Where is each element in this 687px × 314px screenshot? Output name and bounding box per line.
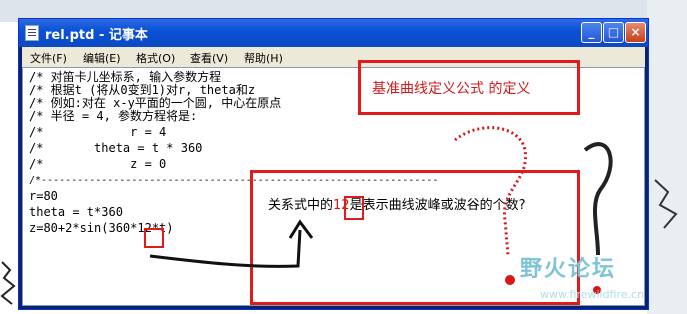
scribble-left-icon bbox=[0, 261, 16, 305]
watermark-url: www.firewildfire.cn bbox=[540, 288, 645, 301]
watermark-logo: 野火论坛 bbox=[520, 257, 617, 282]
question-mark-red-icon bbox=[454, 126, 528, 256]
question-dot-red bbox=[505, 275, 515, 285]
question-mark-black-icon bbox=[583, 142, 613, 256]
scribble-right-icon bbox=[654, 179, 678, 229]
arrow-line bbox=[149, 229, 302, 268]
